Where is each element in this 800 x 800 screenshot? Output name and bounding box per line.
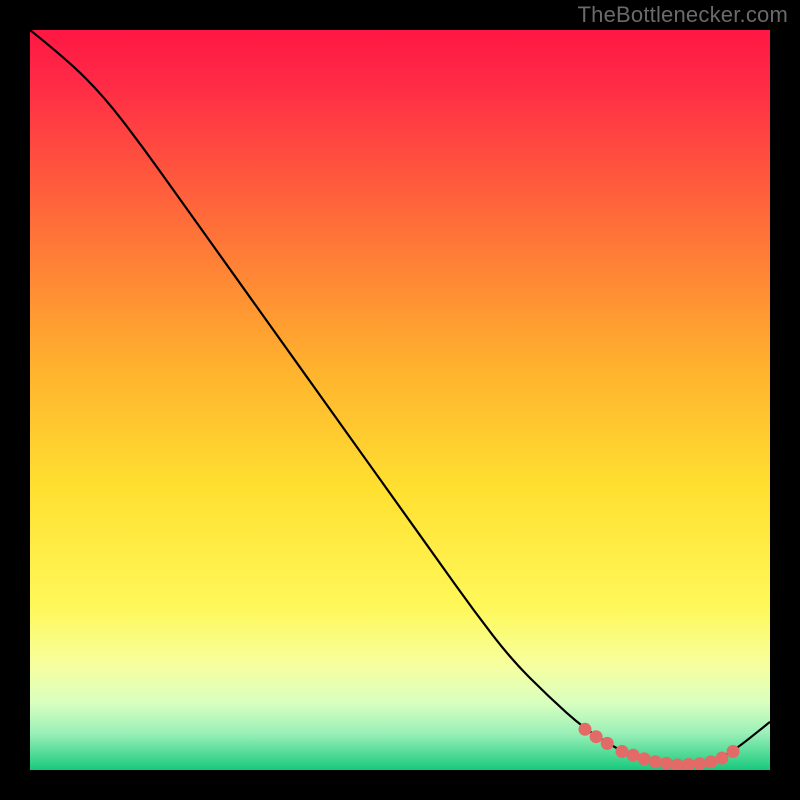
trough-marker-dot bbox=[704, 755, 717, 768]
trough-marker-dot bbox=[590, 730, 603, 743]
trough-marker-dot bbox=[649, 755, 662, 768]
gradient-background bbox=[30, 30, 770, 770]
chart-stage: TheBottlenecker.com bbox=[0, 0, 800, 800]
trough-marker-dot bbox=[579, 723, 592, 736]
trough-marker-dot bbox=[715, 752, 728, 765]
plot-area bbox=[30, 30, 770, 770]
trough-marker-dot bbox=[693, 757, 706, 770]
trough-marker-dot bbox=[601, 737, 614, 750]
trough-marker-dot bbox=[616, 745, 629, 758]
trough-marker-dot bbox=[727, 745, 740, 758]
chart-svg bbox=[30, 30, 770, 770]
trough-marker-dot bbox=[627, 749, 640, 762]
trough-marker-dot bbox=[660, 757, 673, 770]
trough-marker-dot bbox=[638, 752, 651, 765]
attribution-text: TheBottlenecker.com bbox=[578, 2, 788, 28]
